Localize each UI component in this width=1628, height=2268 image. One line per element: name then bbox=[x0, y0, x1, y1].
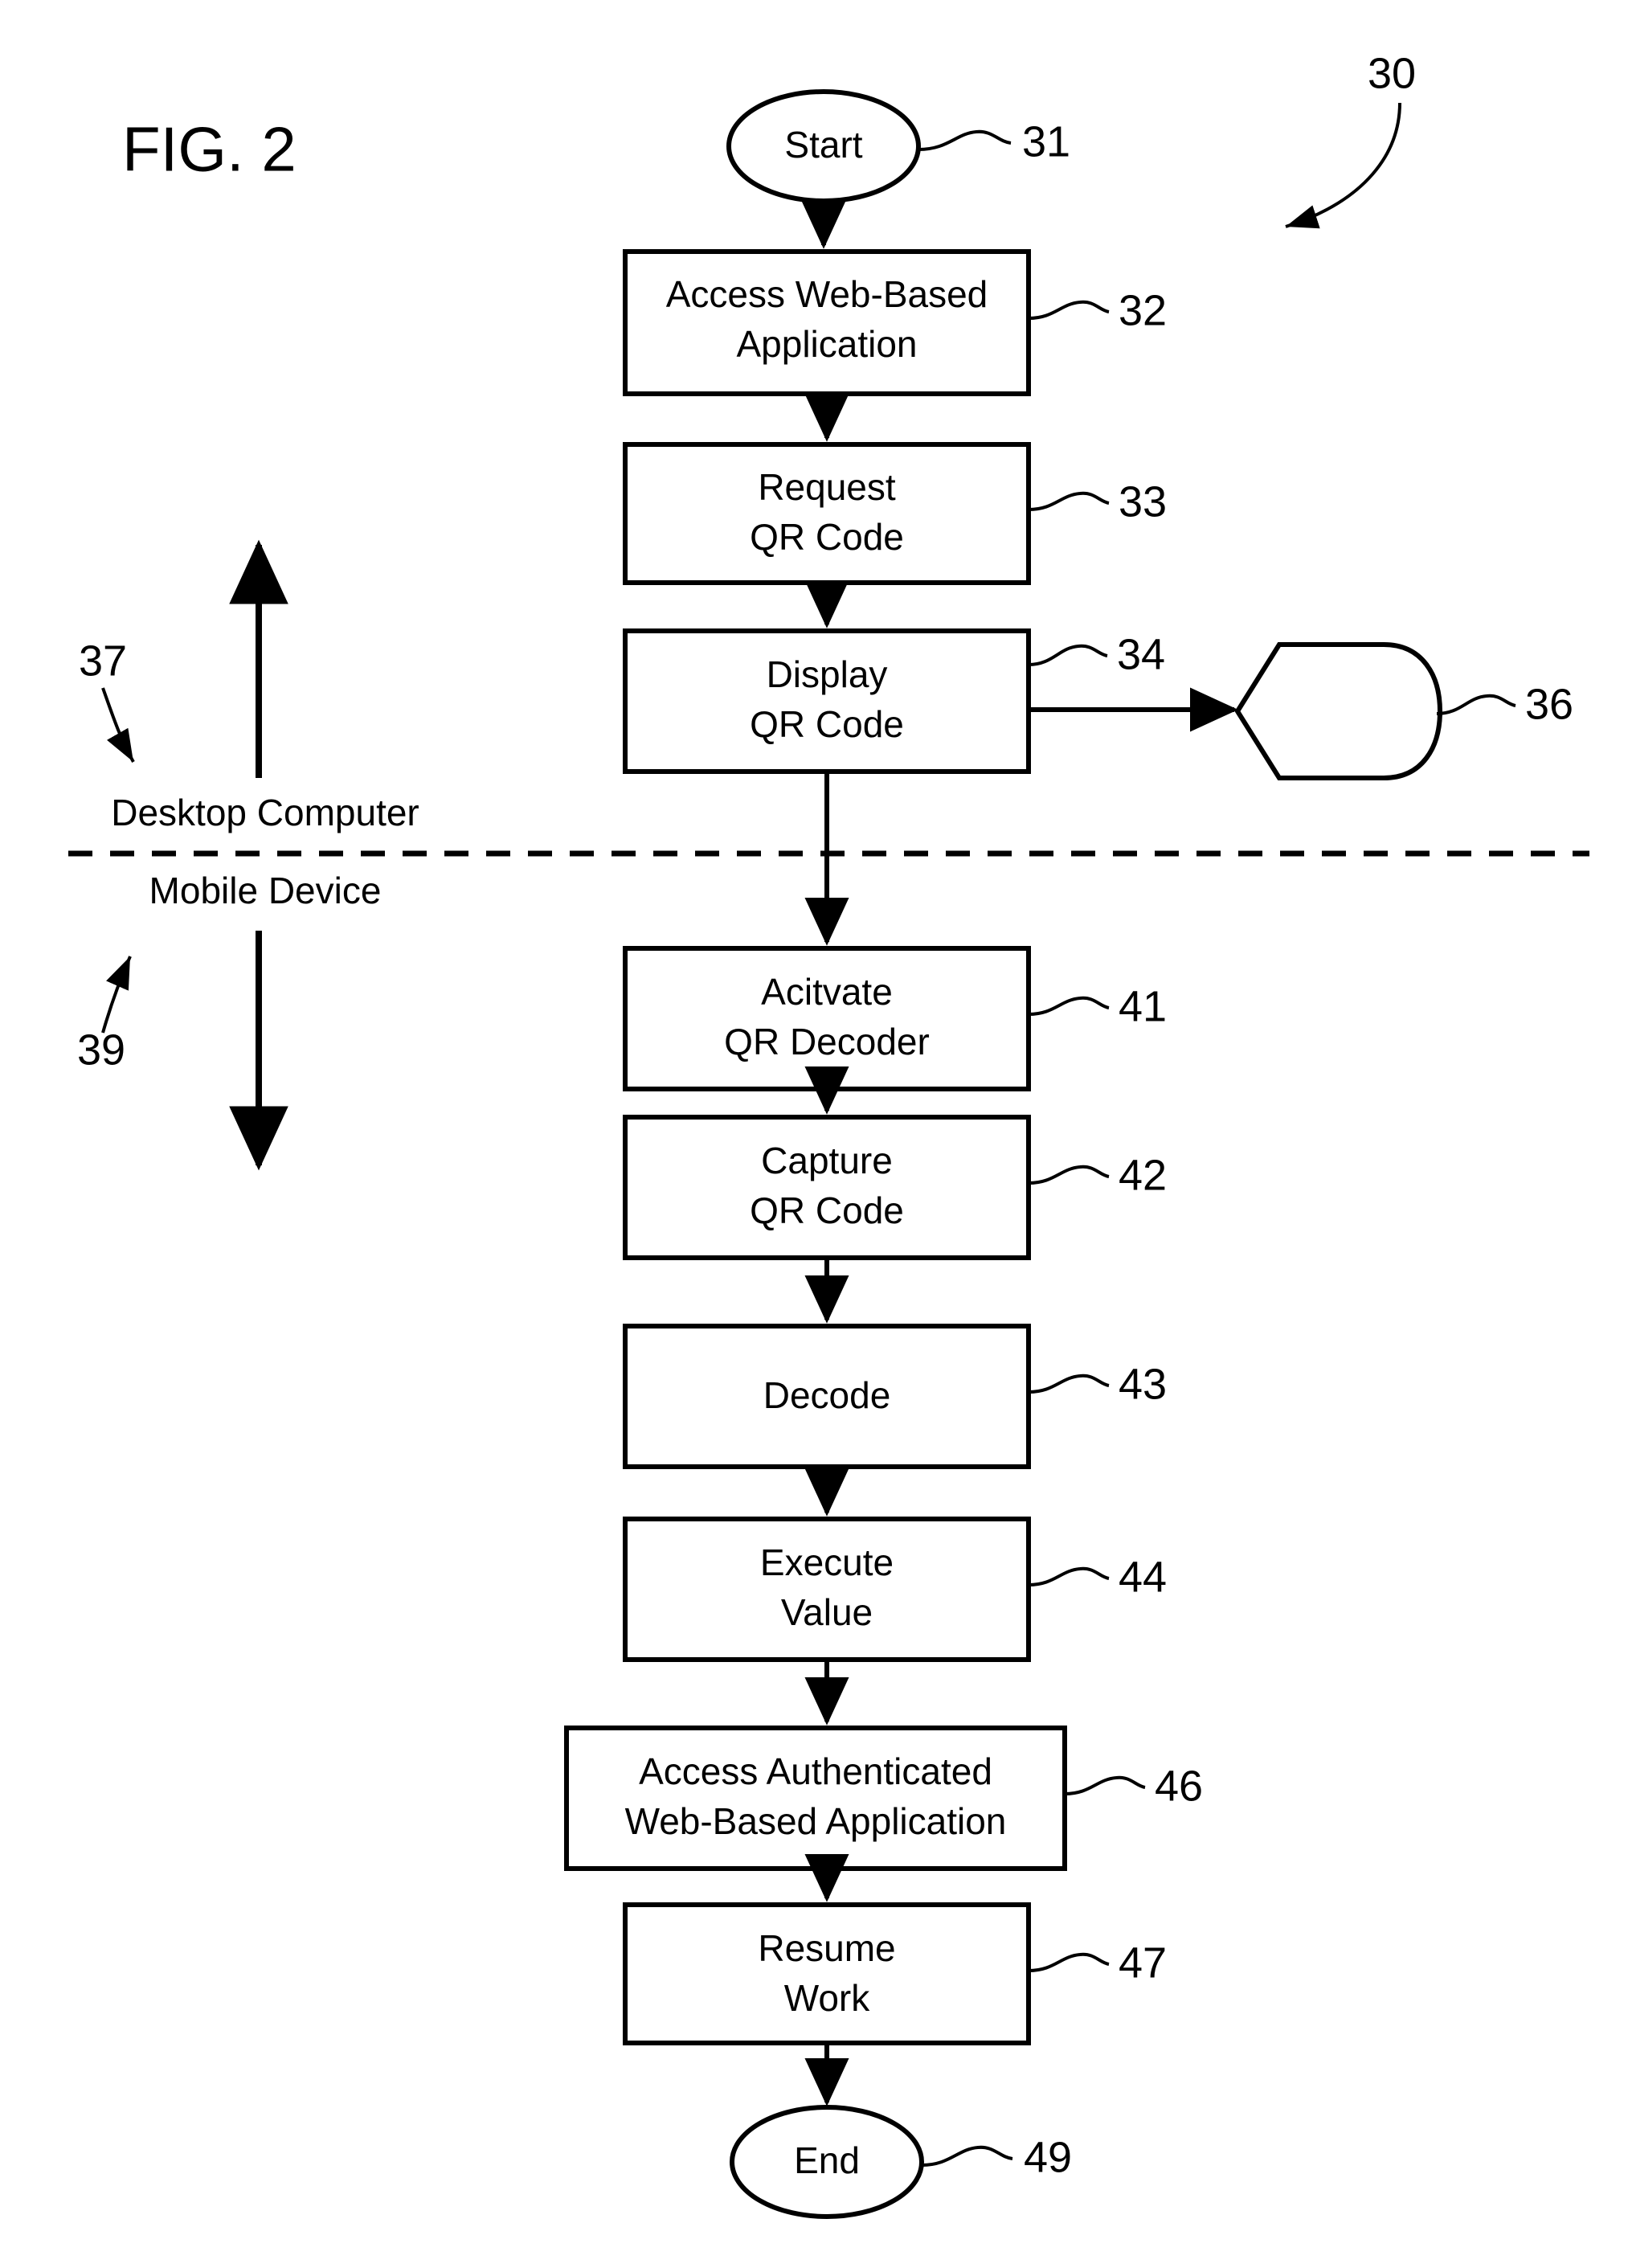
node-44-line-2: Value bbox=[781, 1591, 873, 1633]
ref-41-leader bbox=[1028, 996, 1110, 1016]
ref-label-49: 49 bbox=[1024, 2133, 1072, 2181]
node-33-line-2: QR Code bbox=[750, 516, 904, 558]
node-32-line-2: Application bbox=[736, 323, 917, 365]
node-47-line-1: Resume bbox=[758, 1927, 895, 1969]
node-34: Display QR Code 34 bbox=[623, 628, 1165, 774]
ref-label-34: 34 bbox=[1117, 630, 1165, 678]
ref-49-leader bbox=[921, 2145, 1013, 2167]
node-33: Request QR Code 33 bbox=[623, 442, 1167, 585]
process-box-46 bbox=[564, 1726, 1067, 1871]
page-title: FIG. 2 bbox=[122, 114, 297, 185]
lane-ref-39: 39 bbox=[77, 956, 132, 1074]
ref-label-44: 44 bbox=[1119, 1553, 1167, 1601]
process-box-33 bbox=[623, 442, 1031, 585]
ref-label-33: 33 bbox=[1119, 477, 1167, 526]
ref-label-42: 42 bbox=[1119, 1151, 1167, 1199]
ref-label-37: 37 bbox=[79, 637, 127, 685]
display-symbol-36 bbox=[1234, 642, 1443, 780]
ref-37-leader bbox=[101, 687, 135, 763]
node-34-line-1: Display bbox=[767, 653, 888, 695]
node-42: Capture QR Code 42 bbox=[623, 1115, 1167, 1260]
node-43-line-1: Decode bbox=[763, 1374, 891, 1416]
node-33-line-1: Request bbox=[758, 466, 896, 508]
node-41: Acitvate QR Decoder 41 bbox=[623, 946, 1167, 1091]
node-43: Decode 43 bbox=[623, 1324, 1167, 1469]
ref-47-leader bbox=[1028, 1952, 1110, 1972]
process-box-44 bbox=[623, 1517, 1031, 1662]
end-label: End bbox=[794, 2139, 860, 2181]
node-44-line-1: Execute bbox=[760, 1541, 894, 1583]
lane-label-mobile: Mobile Device bbox=[149, 870, 382, 911]
ref-42-leader bbox=[1028, 1165, 1110, 1185]
lane-ref-37: 37 bbox=[79, 637, 135, 763]
ref-label-39: 39 bbox=[77, 1026, 125, 1074]
node-32: Access Web-Based Application 32 bbox=[623, 249, 1167, 396]
ref-44-leader bbox=[1028, 1566, 1110, 1586]
node-47: Resume Work 47 bbox=[623, 1902, 1167, 2045]
start-label: Start bbox=[784, 124, 862, 166]
ref-label-31: 31 bbox=[1022, 117, 1070, 166]
ref-33-leader bbox=[1028, 491, 1110, 511]
ref-label-41: 41 bbox=[1119, 982, 1167, 1030]
figure-page: FIG. 2 30 Start 31 Access Web-Based Appl… bbox=[0, 0, 1628, 2268]
ref-46-leader bbox=[1064, 1775, 1146, 1795]
node-start: Start 31 bbox=[726, 89, 1070, 203]
node-46: Access Authenticated Web-Based Applicati… bbox=[564, 1726, 1203, 1871]
ref-43-leader bbox=[1028, 1373, 1110, 1394]
node-36: 36 bbox=[1234, 642, 1573, 780]
flowchart-canvas: FIG. 2 30 Start 31 Access Web-Based Appl… bbox=[68, 49, 1589, 2219]
ref-label-30: 30 bbox=[1368, 49, 1416, 97]
process-box-47 bbox=[623, 1902, 1031, 2045]
ref-label-47: 47 bbox=[1119, 1938, 1167, 1987]
node-32-line-1: Access Web-Based bbox=[666, 273, 988, 315]
lane-label-desktop: Desktop Computer bbox=[111, 792, 419, 833]
process-box-34 bbox=[623, 628, 1031, 774]
overall-ref-30: 30 bbox=[1285, 49, 1416, 229]
ref-label-46: 46 bbox=[1155, 1762, 1203, 1810]
process-box-41 bbox=[623, 946, 1031, 1091]
ref-31-leader bbox=[918, 129, 1012, 151]
node-end: End 49 bbox=[730, 2105, 1072, 2219]
node-41-line-1: Acitvate bbox=[761, 971, 893, 1013]
ref-label-32: 32 bbox=[1119, 286, 1167, 334]
node-47-line-2: Work bbox=[784, 1977, 870, 2019]
node-42-line-1: Capture bbox=[761, 1140, 893, 1181]
node-46-line-1: Access Authenticated bbox=[639, 1750, 992, 1792]
node-41-line-2: QR Decoder bbox=[724, 1021, 930, 1062]
node-42-line-2: QR Code bbox=[750, 1189, 904, 1231]
ref-label-36: 36 bbox=[1525, 680, 1573, 728]
node-34-line-2: QR Code bbox=[750, 703, 904, 745]
process-box-42 bbox=[623, 1115, 1031, 1260]
node-46-line-2: Web-Based Application bbox=[625, 1800, 1007, 1842]
ref-label-43: 43 bbox=[1119, 1360, 1167, 1408]
node-44: Execute Value 44 bbox=[623, 1517, 1167, 1662]
ref-39-leader bbox=[101, 956, 132, 1034]
ref-32-leader bbox=[1028, 300, 1110, 320]
ref-36-leader bbox=[1436, 694, 1516, 715]
ref-34-leader bbox=[1028, 644, 1108, 666]
ref-30-leader bbox=[1285, 102, 1401, 229]
